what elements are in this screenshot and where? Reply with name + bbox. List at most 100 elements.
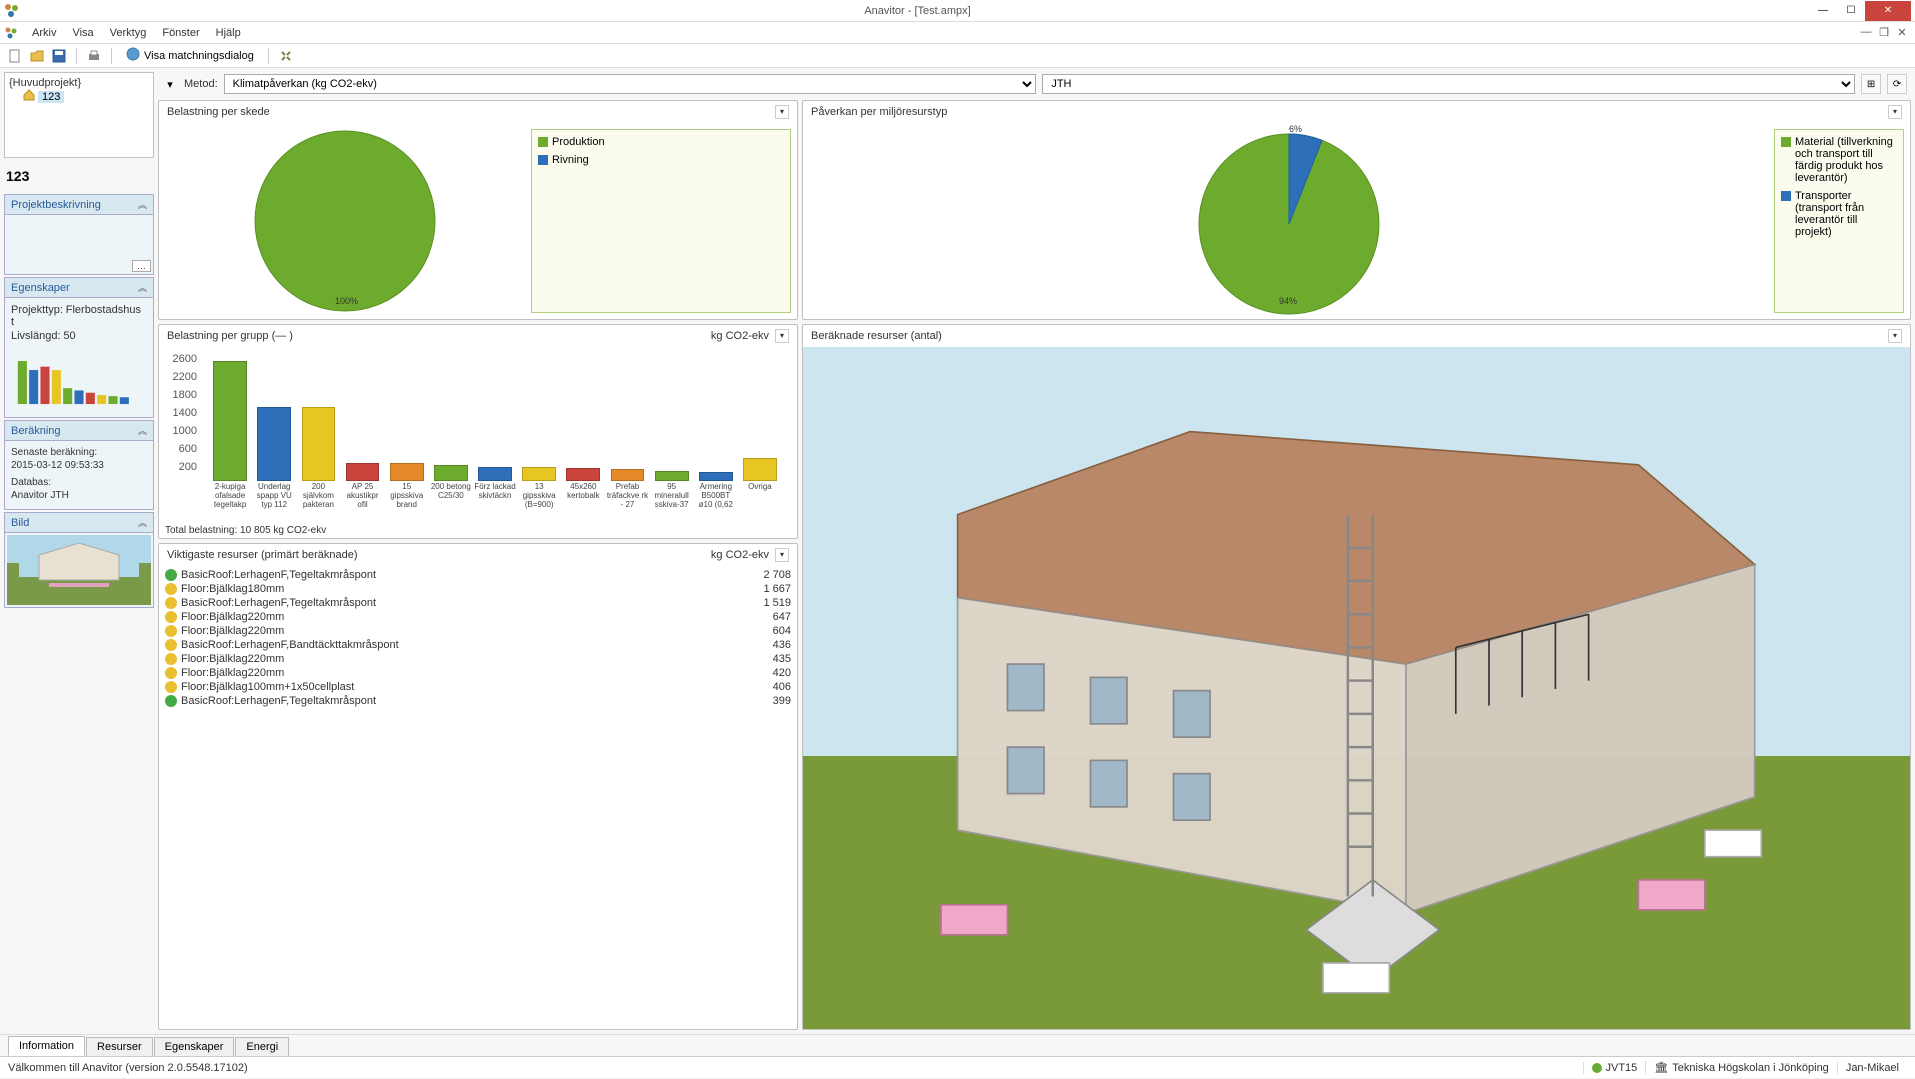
props-thumb-chart <box>11 348 147 408</box>
menubar: Arkiv Visa Verktyg Fönster Hjälp — ❐ ✕ <box>0 22 1915 44</box>
status-warn-icon <box>165 583 177 595</box>
calc-latest-val: 2015-03-12 09:53:33 <box>11 460 147 471</box>
resource-row[interactable]: BasicRoof:LerhagenF,Tegeltakmråspont1 51… <box>165 596 791 610</box>
legend-2: Material (tillverkning och transport til… <box>1774 129 1904 313</box>
panel2-menu-button[interactable]: ▾ <box>1888 105 1902 119</box>
show-matching-dialog-button[interactable]: Visa matchningsdialog <box>120 45 260 66</box>
side-select[interactable]: JTH <box>1042 74 1855 94</box>
method-select[interactable]: Klimatpåverkan (kg CO2-ekv) <box>224 74 1037 94</box>
bar-column: Övriga <box>739 458 781 513</box>
bar-label: 13 gipsskiva (B=900) <box>518 483 560 513</box>
resource-name: Floor:Bjälklag220mm <box>181 653 731 665</box>
acc-desc-label: Projektbeskrivning <box>11 199 101 211</box>
mdi-restore-button[interactable]: ❐ <box>1875 26 1893 39</box>
dropdown-icon[interactable]: ▾ <box>162 76 178 92</box>
separator <box>268 48 269 64</box>
bar-label: 200 betong C25/30 <box>430 483 472 513</box>
status-warn-icon <box>165 681 177 693</box>
tab-resurser[interactable]: Resurser <box>86 1037 153 1056</box>
svg-text:94%: 94% <box>1279 296 1297 306</box>
acc-img-header[interactable]: Bild ︽ <box>4 512 154 533</box>
mdi-close-button[interactable]: ✕ <box>1893 26 1911 39</box>
resource-row[interactable]: Floor:Bjälklag220mm435 <box>165 652 791 666</box>
refresh-button[interactable]: ⟳ <box>1887 74 1907 94</box>
maximize-button[interactable]: ☐ <box>1837 1 1865 21</box>
acc-props-label: Egenskaper <box>11 282 70 294</box>
status-warn-icon <box>165 625 177 637</box>
resource-name: BasicRoof:LerhagenF,Tegeltakmråspont <box>181 569 731 581</box>
bar-rect <box>655 471 689 481</box>
tree-child[interactable]: 123 <box>23 89 149 104</box>
status-warn-icon <box>165 653 177 665</box>
resource-row[interactable]: Floor:Bjälklag220mm420 <box>165 666 791 680</box>
bar-label: Övriga <box>748 483 772 513</box>
status-warn-icon <box>165 639 177 651</box>
acc-props-header[interactable]: Egenskaper ︽ <box>4 277 154 298</box>
calc-latest-label: Senaste beräkning: <box>11 447 147 458</box>
panel1-menu-button[interactable]: ▾ <box>775 105 789 119</box>
minimize-button[interactable]: — <box>1809 1 1837 21</box>
save-button[interactable] <box>50 47 68 65</box>
open-file-button[interactable] <box>28 47 46 65</box>
tab-egenskaper[interactable]: Egenskaper <box>154 1037 235 1056</box>
bar-rect <box>743 458 777 481</box>
bar-label: Förz lackad skivtäckn <box>474 483 516 513</box>
tab-energi[interactable]: Energi <box>235 1037 289 1056</box>
close-button[interactable]: ✕ <box>1865 1 1911 21</box>
settings-icon[interactable] <box>277 47 295 65</box>
menu-visa[interactable]: Visa <box>64 25 101 41</box>
new-file-button[interactable] <box>6 47 24 65</box>
main-area: {Huvudprojekt} 123 123 Projektbeskrivnin… <box>0 68 1915 1034</box>
building-thumbnail <box>7 535 151 605</box>
resource-row[interactable]: BasicRoof:LerhagenF,Tegeltakmråspont399 <box>165 694 791 708</box>
svg-text:6%: 6% <box>1289 124 1302 134</box>
sidebar: {Huvudprojekt} 123 123 Projektbeskrivnin… <box>4 72 154 1030</box>
grid-view-button[interactable]: ⊞ <box>1861 74 1881 94</box>
resource-row[interactable]: Floor:Bjälklag220mm647 <box>165 610 791 624</box>
bar-rect <box>522 467 556 481</box>
menu-fonster[interactable]: Fönster <box>154 25 207 41</box>
accordion: Projektbeskrivning ︽ … Egenskaper ︽ Proj… <box>4 194 154 1030</box>
menu-arkiv[interactable]: Arkiv <box>24 25 64 41</box>
status-warn-icon <box>165 597 177 609</box>
bar-rect <box>434 465 468 481</box>
bar-label: AP 25 akustikpr ofil <box>341 483 383 513</box>
acc-desc-header[interactable]: Projektbeskrivning ︽ <box>4 194 154 215</box>
bar-column: 95 mineralull sskiva-37 <box>651 471 693 513</box>
building-3d-model <box>858 415 1854 1079</box>
tab-information[interactable]: Information <box>8 1036 85 1056</box>
bar-column: 200 självkom pakteran <box>297 407 339 513</box>
resource-row[interactable]: Floor:Bjälklag180mm1 667 <box>165 582 791 596</box>
resource-row[interactable]: BasicRoof:LerhagenF,Bandtäckttakmråspont… <box>165 638 791 652</box>
menu-hjalp[interactable]: Hjälp <box>208 25 249 41</box>
project-title: 123 <box>4 162 154 190</box>
bar-label: Underlag spapp VU typ 112 <box>253 483 295 513</box>
mdi-minimize-button[interactable]: — <box>1857 26 1875 39</box>
tree-root[interactable]: {Huvudprojekt} <box>9 77 149 89</box>
status-warn-icon <box>165 667 177 679</box>
desc-edit-button[interactable]: … <box>132 260 151 272</box>
menu-verktyg[interactable]: Verktyg <box>102 25 155 41</box>
bar-rect <box>257 407 291 481</box>
app-icon <box>4 3 20 19</box>
legend-1: Produktion Rivning <box>531 129 791 313</box>
resource-row[interactable]: Floor:Bjälklag100mm+1x50cellplast406 <box>165 680 791 694</box>
panel1-title: Belastning per skede <box>167 106 270 118</box>
bar-label: 45x260 kertobalk <box>562 483 604 513</box>
legend2-a: Material (tillverkning och transport til… <box>1795 136 1897 184</box>
resource-value: 647 <box>731 611 791 623</box>
panel4-menu-button[interactable]: ▾ <box>1888 329 1902 343</box>
panel5-menu-button[interactable]: ▾ <box>775 548 789 562</box>
3d-viewport[interactable] <box>803 347 1910 1029</box>
match-label: Visa matchningsdialog <box>144 50 254 62</box>
panel3-menu-button[interactable]: ▾ <box>775 329 789 343</box>
print-button[interactable] <box>85 47 103 65</box>
bar-rect <box>390 463 424 481</box>
resource-row[interactable]: BasicRoof:LerhagenF,Tegeltakmråspont2 70… <box>165 568 791 582</box>
project-tree[interactable]: {Huvudprojekt} 123 <box>4 72 154 158</box>
chevron-up-icon: ︽ <box>138 281 147 294</box>
resource-row[interactable]: Floor:Bjälklag220mm604 <box>165 624 791 638</box>
bar-label: 95 mineralull sskiva-37 <box>651 483 693 513</box>
resource-value: 1 667 <box>731 583 791 595</box>
acc-calc-header[interactable]: Beräkning ︽ <box>4 420 154 441</box>
